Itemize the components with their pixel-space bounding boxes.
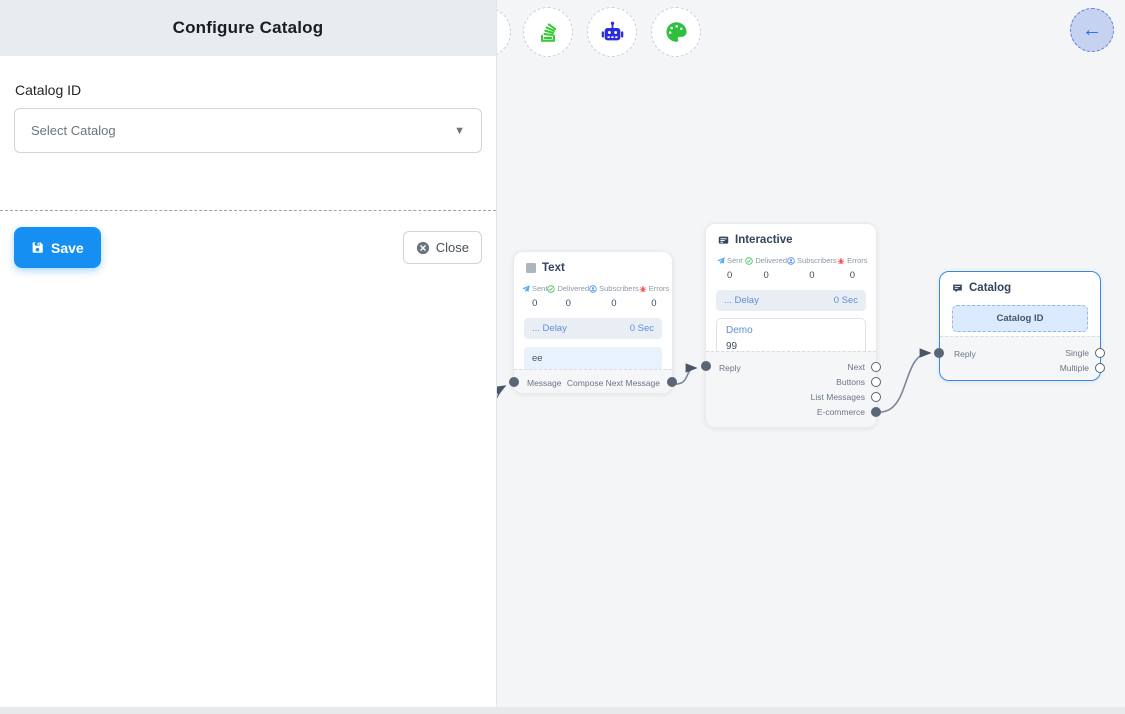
app-window: Configure Catalog Catalog ID Select Cata…	[0, 0, 1125, 714]
page-title: Configure Catalog	[173, 18, 324, 38]
chevron-down-icon: ▼	[454, 125, 465, 137]
delivered-icon	[547, 285, 555, 293]
handle-ecommerce-output[interactable]	[871, 407, 881, 417]
delay-value: 0 Sec	[834, 295, 858, 306]
node-text-header: Text	[514, 252, 672, 277]
node-stats: Sent 0 Delivered 0 Subscribers 0 Errors …	[514, 277, 672, 309]
subscribers-icon	[589, 285, 597, 293]
delay-row[interactable]: ... Delay 0 Sec	[716, 290, 866, 311]
left-arrow-icon: ←	[1082, 20, 1102, 40]
toolbar-button-palette[interactable]	[651, 7, 701, 57]
message-preview[interactable]: ee	[524, 347, 662, 370]
node-interactive-header: Interactive	[706, 224, 876, 249]
flow-canvas[interactable]: ← Text Sent 0	[497, 0, 1125, 714]
toolbar-button-robot[interactable]	[587, 7, 637, 57]
output-single: Single	[1065, 346, 1100, 359]
node-title: Catalog	[969, 282, 1011, 294]
message-input-label: Message	[527, 378, 562, 388]
edge-text-to-interactive	[674, 368, 696, 384]
stat-sent: Sent 0	[522, 284, 547, 309]
handle-next-output[interactable]	[871, 362, 881, 372]
catalog-select[interactable]: Select Catalog ▼	[14, 108, 482, 153]
errors-icon	[639, 285, 647, 293]
panel-body: Catalog ID Select Catalog ▼	[0, 56, 496, 167]
palette-icon	[663, 19, 689, 45]
handle-reply-input[interactable]	[934, 348, 944, 358]
configure-catalog-panel: Configure Catalog Catalog ID Select Cata…	[0, 0, 497, 714]
stat-delivered: Delivered 0	[547, 284, 589, 309]
interactive-body-title: Demo	[726, 325, 856, 336]
stat-subscribers: Subscribers 0	[589, 284, 639, 309]
handle-compose-next-message-output[interactable]	[667, 377, 677, 387]
toolbar-circle-partial[interactable]	[497, 7, 511, 57]
delay-value: 0 Sec	[630, 323, 654, 334]
output-multiple: Multiple	[1060, 361, 1100, 374]
delivered-icon	[745, 257, 753, 265]
handle-list-messages-output[interactable]	[871, 392, 881, 402]
delay-label: ... Delay	[532, 323, 567, 334]
robot-icon	[599, 19, 626, 46]
delay-row[interactable]: ... Delay 0 Sec	[524, 318, 662, 339]
node-interactive-footer: Reply Next Buttons List Messages E-comme…	[706, 351, 876, 427]
sent-icon	[522, 285, 530, 293]
delay-label: ... Delay	[724, 295, 759, 306]
horizontal-scrollbar[interactable]	[0, 707, 1125, 714]
sent-icon	[717, 257, 725, 265]
compose-next-message-label: Compose Next Message	[567, 378, 660, 388]
handle-buttons-output[interactable]	[871, 377, 881, 387]
save-button[interactable]: Save	[14, 227, 101, 268]
handle-multiple-output[interactable]	[1095, 363, 1105, 373]
catalog-id-label: Catalog ID	[15, 82, 482, 98]
node-text[interactable]: Text Sent 0 Delivered 0 Subscribers 0 Er…	[513, 251, 673, 394]
edge-interactive-to-catalog	[878, 353, 930, 412]
node-stats: Sent 0 Delivered 0 Subscribers 0 Errors …	[706, 249, 876, 281]
reply-input-label: Reply	[719, 363, 741, 373]
errors-icon	[837, 257, 845, 265]
node-catalog-footer: Reply Single Multiple	[940, 336, 1100, 380]
edge-incoming-to-text	[497, 386, 505, 400]
stat-subscribers: Subscribers 0	[787, 256, 837, 281]
subscribers-icon	[787, 257, 795, 265]
interactive-node-icon	[718, 235, 729, 246]
stat-errors: Errors 0	[837, 256, 868, 281]
text-node-icon	[526, 263, 536, 273]
catalog-id-button[interactable]: Catalog ID	[952, 305, 1088, 332]
reply-input-label: Reply	[954, 349, 976, 359]
output-next: Next	[848, 360, 876, 373]
back-button[interactable]: ←	[1070, 8, 1114, 52]
stat-errors: Errors 0	[639, 284, 669, 309]
close-button[interactable]: Close	[403, 231, 482, 264]
save-button-label: Save	[51, 240, 84, 256]
output-ecommerce: E-commerce	[817, 405, 876, 418]
panel-header: Configure Catalog	[0, 0, 496, 56]
output-buttons: Buttons	[836, 375, 876, 388]
node-catalog-header: Catalog	[940, 272, 1100, 297]
handle-reply-input[interactable]	[701, 361, 711, 371]
node-text-footer: Message Compose Next Message	[514, 369, 672, 393]
stack-icon	[535, 19, 561, 45]
output-list-messages: List Messages	[811, 390, 876, 403]
close-button-label: Close	[436, 240, 469, 255]
catalog-node-icon	[952, 283, 963, 294]
close-icon	[416, 241, 430, 255]
save-icon	[31, 241, 44, 254]
node-title: Text	[542, 262, 565, 274]
panel-actions: Save Close	[0, 211, 496, 268]
node-title: Interactive	[735, 234, 793, 246]
catalog-select-value: Select Catalog	[31, 123, 116, 138]
stat-delivered: Delivered 0	[745, 256, 787, 281]
handle-message-input[interactable]	[509, 377, 519, 387]
node-catalog[interactable]: Catalog Catalog ID Reply Single Multiple	[939, 271, 1101, 381]
handle-single-output[interactable]	[1095, 348, 1105, 358]
node-interactive[interactable]: Interactive Sent 0 Delivered 0 Subscribe…	[705, 223, 877, 428]
stat-sent: Sent 0	[714, 256, 745, 281]
toolbar-button-stack[interactable]	[523, 7, 573, 57]
